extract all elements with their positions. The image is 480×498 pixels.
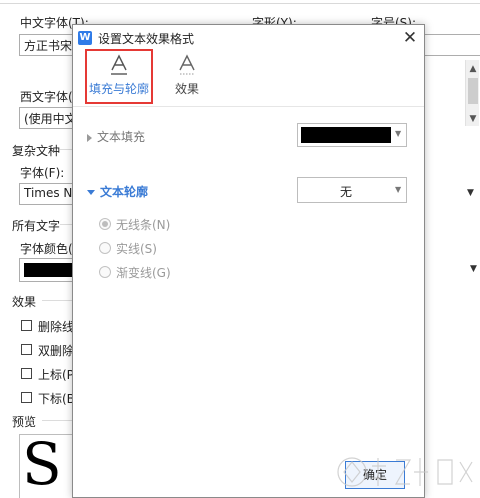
no-line-label: 无线条(N) xyxy=(116,218,171,232)
collapse-arrow-icon xyxy=(87,190,95,195)
superscript-checkbox[interactable] xyxy=(21,368,32,379)
background-tab-strip xyxy=(0,0,480,4)
group-divider xyxy=(42,300,72,301)
text-fill-color-swatch xyxy=(301,127,391,143)
western-font-input[interactable]: (使用中文 xyxy=(19,107,79,129)
chevron-down-icon[interactable]: ▼ xyxy=(395,185,401,194)
font-dropdown-icon[interactable]: ▼ xyxy=(467,188,474,198)
complex-script-label: 复杂文种 xyxy=(12,144,61,158)
font-color-picker[interactable] xyxy=(19,258,79,282)
size-list-scrollbar[interactable]: ▲ ▼ xyxy=(465,60,479,126)
gradient-line-label: 渐变线(G) xyxy=(116,266,171,280)
font-input[interactable]: Times N xyxy=(19,183,79,205)
watermark-logo xyxy=(337,457,473,487)
group-divider xyxy=(42,420,72,421)
text-fill-color-picker[interactable]: ▼ xyxy=(297,123,407,147)
chevron-down-icon[interactable]: ▼ xyxy=(395,129,401,138)
app-logo-icon: W xyxy=(78,31,92,45)
subscript-label: 下标(B xyxy=(38,392,75,406)
effects-label: 效果 xyxy=(12,295,37,309)
western-font-label: 西文字体( xyxy=(20,90,73,104)
font-color-swatch xyxy=(24,263,78,277)
subscript-checkbox[interactable] xyxy=(21,392,32,403)
text-outline-label: 文本轮廓 xyxy=(100,185,149,199)
solid-line-label: 实线(S) xyxy=(116,242,157,256)
text-outline-section-toggle[interactable]: 文本轮廓 xyxy=(87,183,148,200)
preview-label: 预览 xyxy=(12,415,37,429)
tabs-divider xyxy=(73,106,424,107)
scroll-down-icon[interactable]: ▼ xyxy=(466,114,480,124)
solid-line-radio[interactable] xyxy=(99,242,111,254)
strikethrough-label: 删除线 xyxy=(38,320,75,334)
text-effect-icon xyxy=(179,54,195,75)
chinese-font-input[interactable]: 方正书宋 xyxy=(19,34,79,56)
scroll-thumb[interactable] xyxy=(467,78,478,104)
font-label: 字体(F): xyxy=(20,166,65,180)
text-effect-format-dialog: W 设置文本效果格式 ✕ 填充与轮廓 效果 文本填充 ▼ 文本轮廓 无 ▼ 无线… xyxy=(72,24,425,498)
tab-effects-label: 效果 xyxy=(174,82,199,96)
strikethrough-checkbox[interactable] xyxy=(21,320,32,331)
scroll-up-icon[interactable]: ▲ xyxy=(466,64,480,74)
font-color-label: 字体颜色( xyxy=(20,242,73,256)
text-outline-select[interactable]: 无 ▼ xyxy=(297,177,407,203)
superscript-label: 上标(P xyxy=(38,368,74,382)
text-fill-section-toggle[interactable]: 文本填充 xyxy=(87,128,145,145)
dialog-titlebar: W 设置文本效果格式 ✕ xyxy=(73,25,424,51)
dialog-title: 设置文本效果格式 xyxy=(98,32,195,46)
color-dropdown-icon[interactable]: ▼ xyxy=(470,264,477,274)
double-strikethrough-checkbox[interactable] xyxy=(21,344,32,355)
expand-arrow-icon xyxy=(87,133,92,142)
text-fill-label: 文本填充 xyxy=(97,130,146,144)
selected-tab-highlight xyxy=(85,49,153,104)
preview-glyph: S xyxy=(22,434,62,498)
gradient-line-radio[interactable] xyxy=(99,266,111,278)
all-text-label: 所有文字 xyxy=(12,219,61,233)
double-strikethrough-label: 双删除 xyxy=(38,344,75,358)
close-button[interactable]: ✕ xyxy=(399,27,421,49)
text-outline-value: 无 xyxy=(339,185,352,199)
tab-effects[interactable]: 效果 xyxy=(165,53,209,97)
no-line-radio[interactable] xyxy=(99,218,111,230)
size-input[interactable] xyxy=(424,34,480,56)
preview-box: S xyxy=(19,434,79,498)
